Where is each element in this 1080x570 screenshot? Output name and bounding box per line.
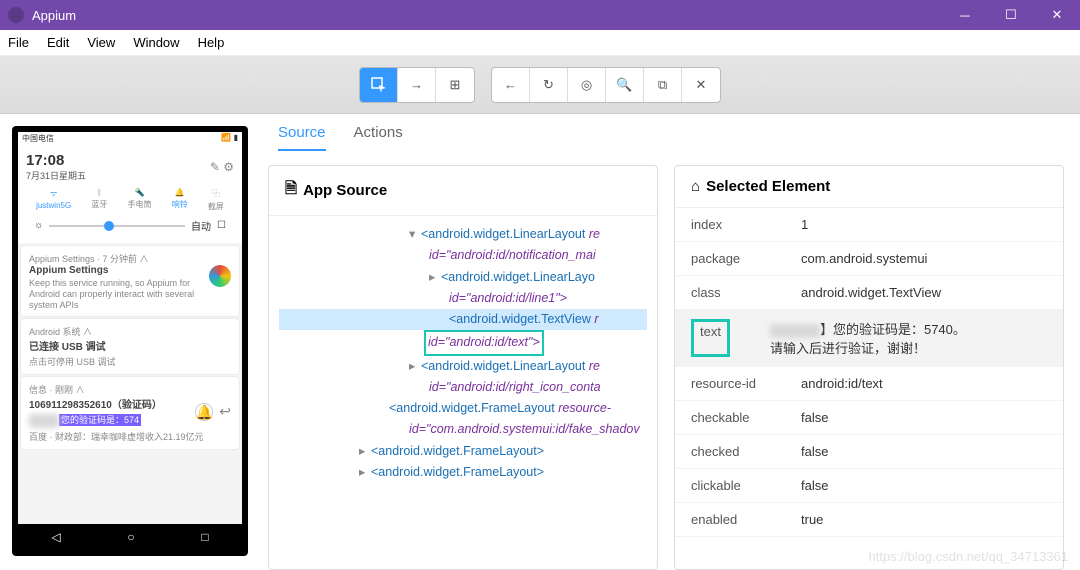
screenshot-icon: ⿻ — [212, 188, 220, 199]
tag-icon: ⌂ — [691, 178, 700, 195]
minimize-button[interactable]: ─ — [942, 0, 988, 30]
copy-xml-button[interactable]: ⧉ — [644, 68, 682, 102]
close-button[interactable]: ✕ — [1034, 0, 1080, 30]
mute-icon: 🔔 — [195, 403, 213, 421]
selected-element-title: Selected Element — [706, 178, 830, 195]
phone-edit-icons: ✎ ⚙ — [210, 160, 234, 174]
document-icon: 🗎 — [285, 178, 297, 203]
menu-edit[interactable]: Edit — [47, 35, 69, 50]
element-properties: index1 packagecom.android.systemui class… — [675, 208, 1063, 537]
prop-row: resource-idandroid:id/text — [675, 367, 1063, 401]
prop-row: packagecom.android.systemui — [675, 242, 1063, 276]
torch-icon: 🔦 — [135, 188, 145, 197]
select-element-button[interactable] — [360, 68, 398, 102]
menu-help[interactable]: Help — [198, 35, 225, 50]
phone-time: 17:08 — [26, 152, 86, 169]
notification-card: Android 系统 ∧ 已连接 USB 调试 点击可停用 USB 调试 — [21, 319, 239, 374]
toolbar: → ⊞ ← ↻ ◎ 🔍 ⧉ ✕ — [0, 56, 1080, 114]
quit-button[interactable]: ✕ — [682, 68, 720, 102]
back-button[interactable]: ← — [492, 68, 530, 102]
content-area: 中国电信📶 ▮ 17:08 7月31日星期五 ✎ ⚙ ᯤjustwin5G ᛒ蓝… — [0, 114, 1080, 570]
record-button[interactable]: ◎ — [568, 68, 606, 102]
device-screen[interactable]: 中国电信📶 ▮ 17:08 7月31日星期五 ✎ ⚙ ᯤjustwin5G ᛒ蓝… — [18, 132, 242, 550]
reply-icon: ↩ — [219, 403, 231, 421]
app-source-panel: 🗎 App Source ▾<android.widget.LinearLayou… — [268, 165, 658, 570]
prop-row: classandroid.widget.TextView — [675, 276, 1063, 310]
prop-row: clickablefalse — [675, 469, 1063, 503]
watermark-text: https://blog.csdn.net/qq_34713361 — [869, 549, 1069, 564]
selected-element-panel: ⌂ Selected Element index1 packagecom.andr… — [674, 165, 1064, 570]
sun-icon: ☼ — [34, 220, 43, 231]
menubar: File Edit View Window Help — [0, 30, 1080, 56]
menu-window[interactable]: Window — [133, 35, 179, 50]
redacted-icon — [770, 324, 820, 338]
tap-coords-button[interactable]: ⊞ — [436, 68, 474, 102]
brightness-slider: ☼自动☐ — [26, 214, 234, 239]
titlebar: Appium ─ ☐ ✕ — [0, 0, 1080, 30]
sms-text-highlight: 您的验证码是：574 — [59, 414, 141, 426]
search-button[interactable]: 🔍 — [606, 68, 644, 102]
window-title: Appium — [32, 8, 76, 23]
phone-statusbar: 中国电信📶 ▮ — [18, 132, 242, 146]
prop-row-text: text 】您的验证码是：5740。请输入后进行验证，谢谢！ — [675, 310, 1063, 367]
selected-tree-node[interactable]: <android.widget.TextView r — [279, 309, 647, 330]
prop-row: enabledtrue — [675, 503, 1063, 537]
phone-date: 7月31日星期五 — [26, 169, 86, 182]
tab-source[interactable]: Source — [278, 124, 326, 151]
app-logo-icon — [8, 7, 24, 23]
notification-card: Appium Settings · 7 分钟前 ∧ Appium Setting… — [21, 246, 239, 316]
bell-icon: 🔔 — [175, 188, 185, 197]
prop-row: index1 — [675, 208, 1063, 242]
prop-row: checkedfalse — [675, 435, 1063, 469]
highlighted-text-key: text — [691, 319, 730, 357]
app-source-title: App Source — [303, 182, 387, 199]
notification-card: 信息 · 刚刚 ∧ 106911298352610（验证码） 您的验证码是：57… — [21, 377, 239, 449]
appium-color-icon — [209, 265, 231, 287]
source-tree[interactable]: ▾<android.widget.LinearLayout re id="and… — [269, 216, 657, 556]
tab-actions[interactable]: Actions — [354, 124, 403, 151]
menu-view[interactable]: View — [87, 35, 115, 50]
prop-row: checkablefalse — [675, 401, 1063, 435]
phone-navbar: ◁○□ — [18, 524, 242, 550]
swipe-button[interactable]: → — [398, 68, 436, 102]
highlighted-id-box: id="android:id/text"> — [424, 330, 544, 355]
wifi-icon: ᯤ — [50, 188, 57, 199]
inspector-tabs: Source Actions — [260, 114, 1080, 151]
phone-quick-settings: ᯤjustwin5G ᛒ蓝牙 🔦手电筒 🔔响铃 ⿻截屏 — [26, 182, 234, 214]
menu-file[interactable]: File — [8, 35, 29, 50]
device-preview-column: 中国电信📶 ▮ 17:08 7月31日星期五 ✎ ⚙ ᯤjustwin5G ᛒ蓝… — [0, 114, 260, 570]
toolbar-group-select: → ⊞ — [359, 67, 475, 103]
refresh-button[interactable]: ↻ — [530, 68, 568, 102]
toolbar-group-nav: ← ↻ ◎ 🔍 ⧉ ✕ — [491, 67, 721, 103]
maximize-button[interactable]: ☐ — [988, 0, 1034, 30]
device-frame: 中国电信📶 ▮ 17:08 7月31日星期五 ✎ ⚙ ᯤjustwin5G ᛒ蓝… — [12, 126, 248, 556]
bluetooth-icon: ᛒ — [97, 188, 102, 197]
